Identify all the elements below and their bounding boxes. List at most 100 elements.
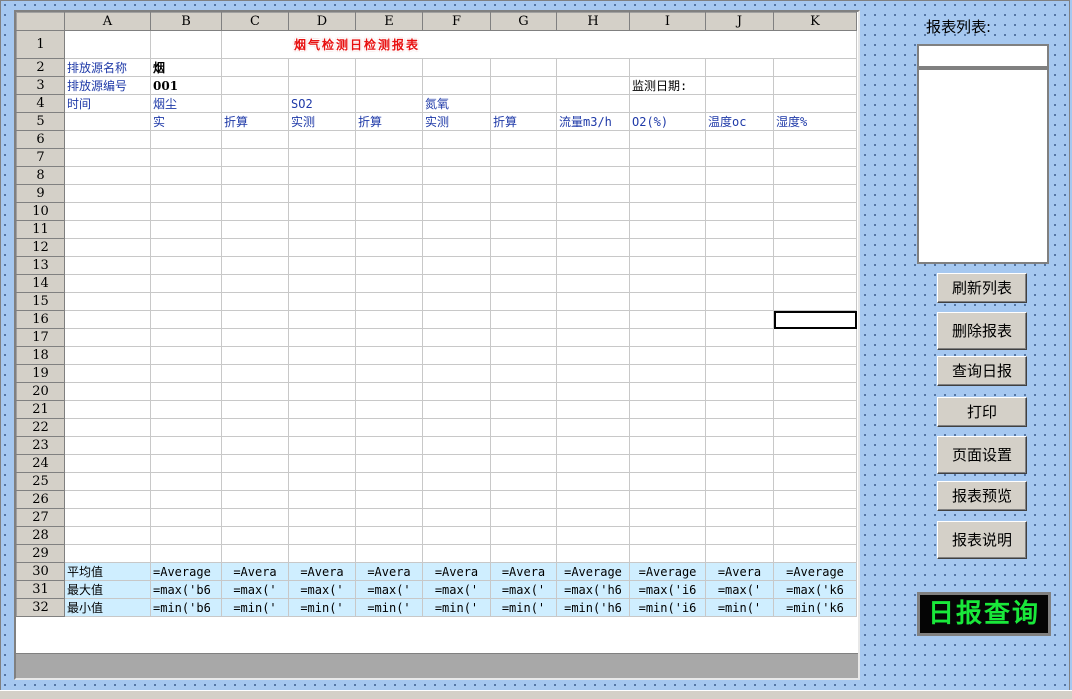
cell[interactable]	[64, 436, 151, 455]
cell[interactable]	[355, 490, 423, 509]
row-header[interactable]: 2	[16, 58, 65, 77]
cell[interactable]: 湿度%	[773, 112, 857, 131]
cell[interactable]: 最小值	[64, 598, 151, 617]
cell[interactable]	[773, 292, 857, 311]
cell[interactable]	[288, 346, 356, 365]
cell[interactable]	[490, 94, 557, 113]
cell[interactable]	[221, 508, 289, 527]
cell[interactable]: 排放源编号	[64, 76, 151, 95]
cell[interactable]: =min('h6	[556, 598, 630, 617]
cell[interactable]	[629, 184, 706, 203]
cell[interactable]	[355, 220, 423, 239]
cell[interactable]	[422, 400, 491, 419]
cell[interactable]	[773, 238, 857, 257]
cell[interactable]	[64, 274, 151, 293]
cell[interactable]	[629, 346, 706, 365]
cell[interactable]	[705, 418, 774, 437]
cell[interactable]	[490, 166, 557, 185]
row-header[interactable]: 5	[16, 112, 65, 131]
cell[interactable]: =min('k6	[773, 598, 857, 617]
cell[interactable]	[221, 58, 289, 77]
cell[interactable]	[422, 76, 491, 95]
cell[interactable]	[705, 310, 774, 329]
cell[interactable]	[221, 526, 289, 545]
cell[interactable]	[490, 238, 557, 257]
cell[interactable]	[355, 472, 423, 491]
cell[interactable]	[150, 526, 222, 545]
cell[interactable]	[490, 490, 557, 509]
cell[interactable]	[629, 364, 706, 383]
column-header-i[interactable]: I	[629, 12, 706, 31]
cell[interactable]	[705, 328, 774, 347]
cell[interactable]	[705, 256, 774, 275]
cell[interactable]	[150, 382, 222, 401]
row-header[interactable]: 19	[16, 364, 65, 383]
cell[interactable]	[556, 454, 630, 473]
column-header-h[interactable]: H	[556, 12, 630, 31]
cell[interactable]	[422, 202, 491, 221]
cell[interactable]	[556, 130, 630, 149]
cell[interactable]: =min('	[422, 598, 491, 617]
cell[interactable]: =max('	[221, 580, 289, 599]
cell[interactable]	[221, 346, 289, 365]
cell[interactable]	[288, 544, 356, 563]
cell[interactable]	[150, 328, 222, 347]
corner-cell[interactable]	[16, 12, 65, 31]
column-header-k[interactable]: K	[773, 12, 857, 31]
cell[interactable]	[490, 346, 557, 365]
cell[interactable]	[288, 184, 356, 203]
cell[interactable]	[150, 418, 222, 437]
cell[interactable]	[705, 436, 774, 455]
cell[interactable]	[422, 544, 491, 563]
daily-report-query-button[interactable]: 日报查询	[917, 592, 1051, 636]
cell[interactable]	[355, 166, 423, 185]
cell[interactable]: =max('	[355, 580, 423, 599]
cell[interactable]	[705, 454, 774, 473]
cell[interactable]	[422, 346, 491, 365]
column-header-g[interactable]: G	[490, 12, 557, 31]
cell[interactable]	[64, 472, 151, 491]
row-header[interactable]: 26	[16, 490, 65, 509]
cell[interactable]: 折算	[221, 112, 289, 131]
cell[interactable]	[490, 436, 557, 455]
row-header[interactable]: 25	[16, 472, 65, 491]
cell[interactable]	[705, 274, 774, 293]
cell[interactable]	[629, 454, 706, 473]
cell[interactable]	[422, 508, 491, 527]
cell[interactable]	[556, 274, 630, 293]
cell[interactable]	[422, 382, 491, 401]
cell[interactable]	[288, 76, 356, 95]
cell[interactable]	[629, 274, 706, 293]
cell[interactable]	[64, 256, 151, 275]
cell[interactable]	[355, 184, 423, 203]
cell[interactable]	[150, 256, 222, 275]
cell[interactable]	[629, 328, 706, 347]
delete-report-button[interactable]: 删除报表	[937, 312, 1027, 350]
cell[interactable]	[773, 508, 857, 527]
cell[interactable]	[773, 364, 857, 383]
row-header[interactable]: 17	[16, 328, 65, 347]
cell[interactable]: 最大值	[64, 580, 151, 599]
cell[interactable]	[705, 148, 774, 167]
cell[interactable]	[288, 292, 356, 311]
cell[interactable]	[490, 472, 557, 491]
cell[interactable]	[64, 508, 151, 527]
cell[interactable]	[221, 364, 289, 383]
cell[interactable]	[221, 382, 289, 401]
cell[interactable]	[556, 148, 630, 167]
cell[interactable]	[355, 130, 423, 149]
cell[interactable]: 实测	[422, 112, 491, 131]
cell[interactable]	[221, 292, 289, 311]
cell[interactable]	[629, 310, 706, 329]
cell[interactable]	[64, 310, 151, 329]
cell[interactable]	[705, 58, 774, 77]
cell[interactable]	[773, 382, 857, 401]
cell[interactable]: 监测日期:	[629, 76, 706, 95]
cell[interactable]	[773, 76, 857, 95]
cell[interactable]	[355, 292, 423, 311]
cell[interactable]: =Avera	[288, 562, 356, 581]
cell[interactable]	[490, 310, 557, 329]
cell[interactable]: 实测	[288, 112, 356, 131]
cell[interactable]	[355, 436, 423, 455]
cell[interactable]	[705, 94, 774, 113]
